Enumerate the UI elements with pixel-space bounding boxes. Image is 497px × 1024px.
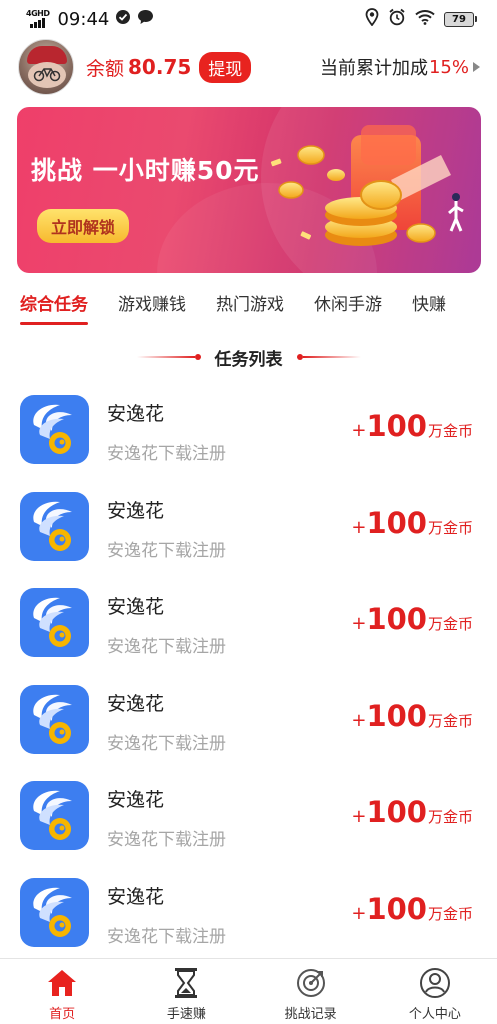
- reward-unit: 万金币: [427, 904, 473, 923]
- divider-left: [136, 356, 195, 358]
- task-desc: 安逸花下载注册: [107, 830, 226, 850]
- reward-amount: 100: [366, 505, 427, 540]
- reward-amount: 100: [366, 891, 427, 926]
- task-reward: + 100 万金币: [351, 699, 473, 733]
- task-name: 安逸花: [107, 789, 165, 811]
- reward-plus: +: [351, 902, 367, 924]
- balance-label: 余额: [86, 57, 125, 80]
- nav-challenge-records-label: 挑战记录: [284, 1007, 337, 1022]
- divider-right: [302, 356, 361, 358]
- reward-unit: 万金币: [427, 422, 473, 440]
- task-name: 安逸花: [107, 403, 165, 425]
- reward-unit: 万金币: [427, 518, 473, 537]
- tab-comprehensive[interactable]: 综合任务: [20, 290, 88, 325]
- signal-icon: 4GHD: [26, 9, 50, 28]
- tab-hot-games[interactable]: 热门游戏: [216, 290, 284, 325]
- task-reward: + 100 万金币: [351, 795, 473, 829]
- status-bar: 4GHD 09:44 79: [0, 0, 497, 38]
- triangle-right-icon: [473, 62, 480, 72]
- wifi-icon: [415, 9, 435, 30]
- reward-unit: 万金币: [427, 808, 473, 826]
- task-desc: 安逸花下载注册: [107, 733, 226, 754]
- withdraw-button[interactable]: 提现: [199, 51, 252, 83]
- nav-profile-label: 个人中心: [408, 1007, 461, 1022]
- app-logo-icon: [20, 491, 89, 561]
- task-reward: + 100 万金币: [351, 892, 473, 926]
- reward-amount: 100: [366, 795, 427, 829]
- tab-casual-games[interactable]: 休闲手游: [314, 290, 382, 325]
- challenge-banner[interactable]: 挑战 一小时赚50元 立即解锁: [17, 107, 481, 273]
- location-icon: [365, 7, 379, 31]
- account-header: 余额 80.75 提现 当前累计加成 15%: [18, 38, 480, 96]
- reward-plus: +: [351, 709, 367, 731]
- reward-unit: 万金币: [427, 711, 473, 730]
- task-list: 安逸花 安逸花下载注册 + 100 万金币 安逸花 安逸花下载注册 + 100 …: [0, 383, 497, 962]
- task-name: 安逸花: [107, 596, 165, 618]
- nav-profile[interactable]: 个人中心: [373, 959, 497, 1024]
- reward-plus: +: [351, 516, 367, 538]
- avatar[interactable]: [18, 39, 74, 95]
- section-title: 任务列表: [0, 344, 497, 370]
- home-icon: [45, 966, 79, 1000]
- bonus-link[interactable]: 当前累计加成 15%: [320, 54, 480, 80]
- nav-speed-earn[interactable]: 手速赚: [124, 959, 248, 1024]
- task-reward: + 100 万金币: [351, 602, 473, 636]
- coins-illustration: [270, 125, 464, 246]
- task-name: 安逸花: [107, 885, 165, 908]
- bike-icon: [33, 68, 61, 82]
- balance: 余额 80.75: [86, 54, 191, 81]
- task-row[interactable]: 安逸花 安逸花下载注册 + 100 万金币: [0, 383, 497, 480]
- task-row[interactable]: 安逸花 安逸花下载注册 + 100 万金币: [0, 769, 497, 866]
- shield-check-icon: [115, 9, 131, 30]
- chat-bubble-icon: [137, 9, 154, 30]
- alarm-icon: [388, 8, 406, 31]
- reward-amount: 100: [366, 409, 427, 443]
- category-tabs: 综合任务 游戏赚钱 热门游戏 休闲手游 快赚: [0, 290, 497, 330]
- tab-quick-earn[interactable]: 快赚: [412, 290, 446, 325]
- reward-plus: +: [351, 420, 367, 441]
- task-row[interactable]: 安逸花 安逸花下载注册 + 100 万金币: [0, 673, 497, 770]
- task-row[interactable]: 安逸花 安逸花下载注册 + 100 万金币: [0, 866, 497, 963]
- nav-home-label: 首页: [49, 1007, 76, 1022]
- reward-plus: +: [351, 806, 367, 827]
- task-desc: 安逸花下载注册: [107, 540, 226, 561]
- reward-plus: +: [351, 613, 367, 634]
- divider-dot-left: [194, 354, 201, 360]
- task-list-title: 任务列表: [214, 349, 283, 370]
- task-desc: 安逸花下载注册: [107, 637, 226, 657]
- task-desc: 安逸花下载注册: [107, 444, 226, 464]
- reward-amount: 100: [366, 698, 427, 733]
- bonus-label: 当前累计加成: [319, 58, 428, 79]
- battery-icon: 79: [444, 11, 477, 27]
- bonus-value: 15%: [428, 56, 469, 78]
- status-time: 09:44: [57, 8, 110, 30]
- banner-title: 挑战 一小时赚50元: [31, 156, 260, 185]
- balance-value: 80.75: [128, 55, 192, 79]
- bottom-nav: 首页 手速赚 挑战记录 个人中心: [0, 958, 497, 1024]
- app-logo-icon: [20, 781, 89, 850]
- user-icon: [418, 966, 452, 1000]
- task-name: 安逸花: [107, 499, 165, 522]
- nav-speed-earn-label: 手速赚: [166, 1007, 206, 1022]
- task-reward: + 100 万金币: [351, 409, 473, 443]
- hourglass-icon: [169, 966, 203, 1000]
- app-logo-icon: [20, 877, 89, 947]
- reward-amount: 100: [366, 602, 427, 636]
- task-name: 安逸花: [107, 692, 165, 715]
- task-row[interactable]: 安逸花 安逸花下载注册 + 100 万金币: [0, 480, 497, 577]
- task-reward: + 100 万金币: [351, 506, 473, 540]
- task-row[interactable]: 安逸花 安逸花下载注册 + 100 万金币: [0, 576, 497, 673]
- app-logo-icon: [20, 684, 89, 754]
- nav-home[interactable]: 首页: [0, 959, 124, 1024]
- nav-challenge-records[interactable]: 挑战记录: [249, 959, 373, 1024]
- app-logo-icon: [20, 588, 89, 657]
- unlock-button[interactable]: 立即解锁: [37, 209, 130, 243]
- reward-unit: 万金币: [427, 615, 473, 633]
- app-logo-icon: [20, 395, 89, 464]
- battery-level: 79: [444, 11, 474, 27]
- network-label: 4GHD: [26, 9, 50, 18]
- task-desc: 安逸花下载注册: [107, 926, 226, 947]
- target-icon: [294, 966, 328, 1000]
- tab-game-earn[interactable]: 游戏赚钱: [118, 290, 186, 325]
